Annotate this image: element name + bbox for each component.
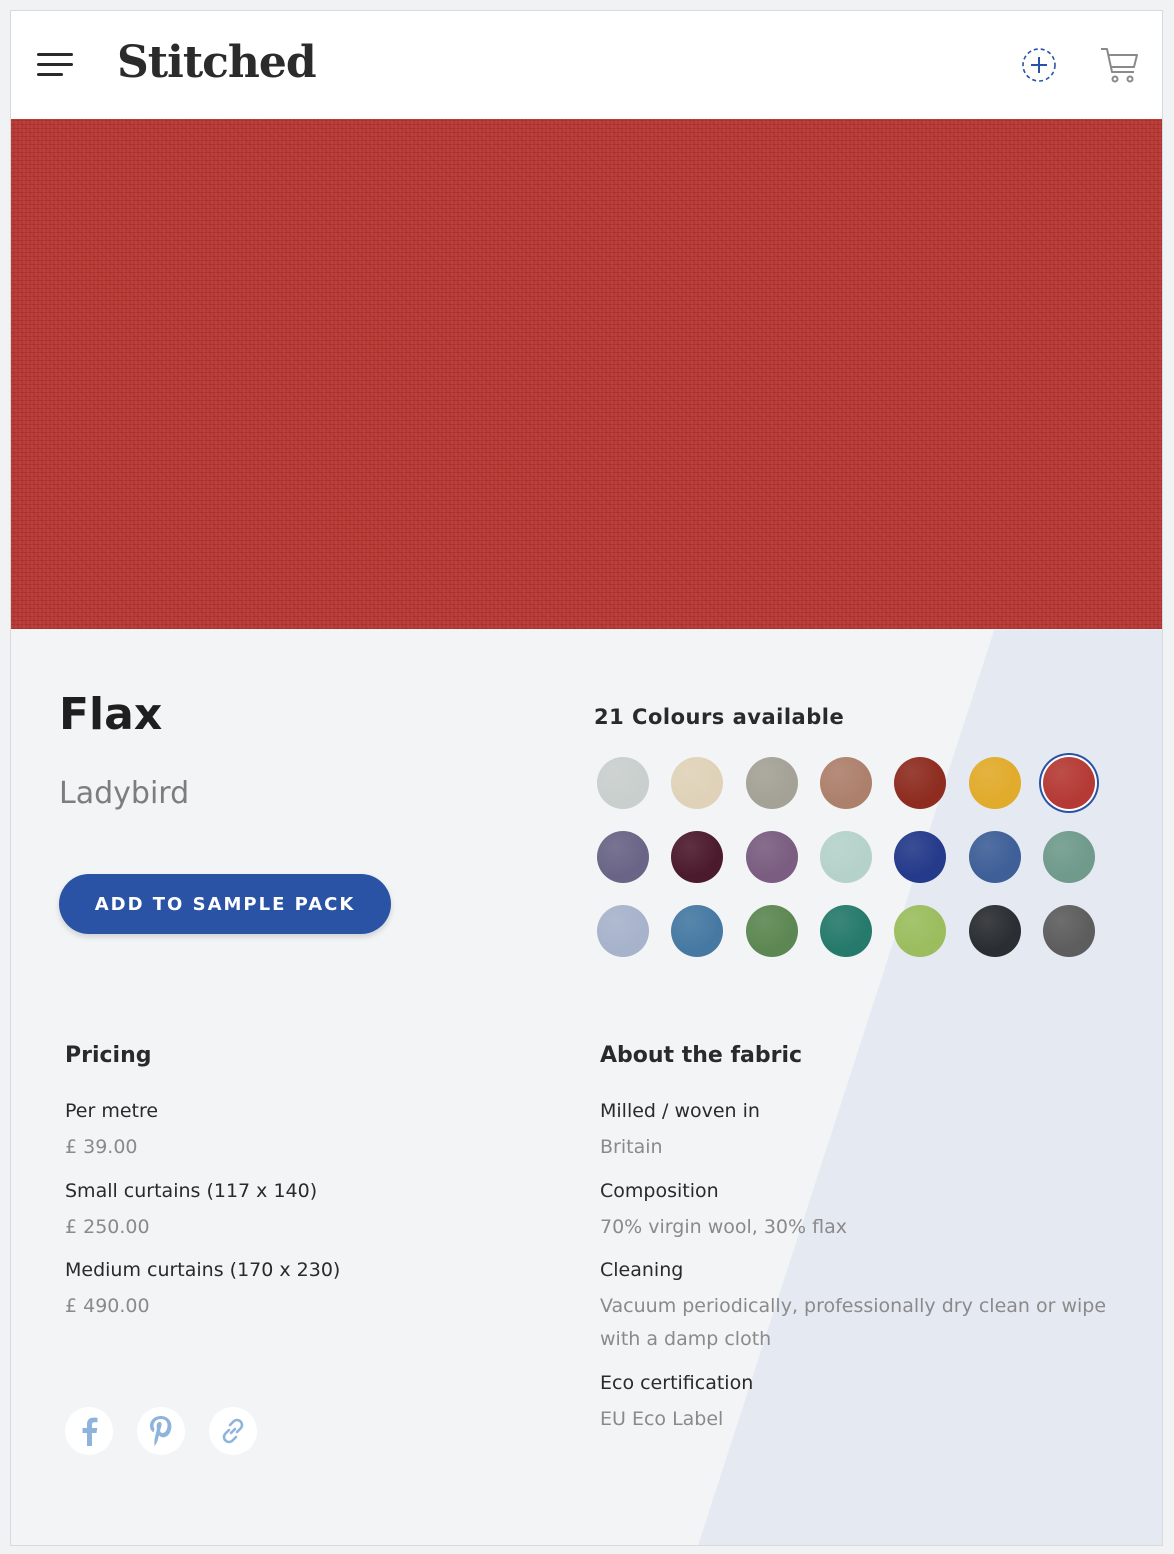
colour-swatch[interactable]	[969, 831, 1021, 883]
colour-swatch[interactable]	[746, 757, 798, 809]
site-logo[interactable]: Stitched	[117, 37, 317, 88]
product-name: Flax	[59, 689, 163, 740]
colour-swatch[interactable]	[1043, 757, 1095, 809]
colour-swatch[interactable]	[969, 905, 1021, 957]
colour-swatch[interactable]	[597, 831, 649, 883]
add-to-sample-pack-button[interactable]: ADD TO SAMPLE PACK	[59, 874, 391, 934]
about-label: Cleaning	[600, 1259, 684, 1281]
about-label: Composition	[600, 1180, 719, 1202]
hamburger-menu-icon[interactable]	[37, 53, 73, 79]
colour-swatch[interactable]	[820, 831, 872, 883]
colour-swatch[interactable]	[894, 757, 946, 809]
product-details: Flax Ladybird ADD TO SAMPLE PACK 21 Colo…	[11, 629, 1162, 1545]
about-value: 70% virgin wool, 30% flax	[600, 1216, 847, 1238]
fabric-hero-image	[11, 119, 1162, 629]
link-icon[interactable]	[209, 1407, 257, 1455]
colour-name: Ladybird	[59, 776, 190, 811]
colour-swatch[interactable]	[969, 757, 1021, 809]
colour-swatch[interactable]	[671, 757, 723, 809]
facebook-icon[interactable]	[65, 1407, 113, 1455]
about-value: Britain	[600, 1136, 663, 1158]
about-label: Eco certification	[600, 1372, 754, 1394]
about-value: Vacuum periodically, professionally dry …	[600, 1295, 1107, 1350]
pricing-value: £ 490.00	[65, 1295, 150, 1317]
pricing-label: Small curtains (117 x 140)	[65, 1180, 318, 1202]
colour-swatch[interactable]	[820, 905, 872, 957]
colour-swatch[interactable]	[820, 757, 872, 809]
colour-swatch[interactable]	[746, 905, 798, 957]
colour-swatch[interactable]	[671, 905, 723, 957]
pricing-label: Medium curtains (170 x 230)	[65, 1259, 341, 1281]
pinterest-icon[interactable]	[137, 1407, 185, 1455]
pricing-value: £ 39.00	[65, 1136, 138, 1158]
page-frame: Stitched Flax Ladybird ADD TO SAMPLE PAC…	[10, 10, 1163, 1546]
shopping-cart-icon[interactable]	[1099, 45, 1141, 85]
add-circle-icon[interactable]	[1021, 47, 1057, 83]
colour-swatch[interactable]	[746, 831, 798, 883]
colour-swatch[interactable]	[597, 905, 649, 957]
colour-swatch[interactable]	[894, 831, 946, 883]
about-fabric-heading: About the fabric	[600, 1043, 803, 1068]
colour-swatch[interactable]	[1043, 831, 1095, 883]
site-header: Stitched	[11, 11, 1162, 119]
pricing-value: £ 250.00	[65, 1216, 150, 1238]
pricing-heading: Pricing	[65, 1043, 152, 1068]
pricing-label: Per metre	[65, 1100, 159, 1122]
about-value: EU Eco Label	[600, 1408, 724, 1430]
colour-swatch[interactable]	[671, 831, 723, 883]
about-label: Milled / woven in	[600, 1100, 760, 1122]
colour-swatch[interactable]	[1043, 905, 1095, 957]
colour-swatch[interactable]	[894, 905, 946, 957]
colour-swatch[interactable]	[597, 757, 649, 809]
colours-available-heading: 21 Colours available	[594, 705, 845, 729]
